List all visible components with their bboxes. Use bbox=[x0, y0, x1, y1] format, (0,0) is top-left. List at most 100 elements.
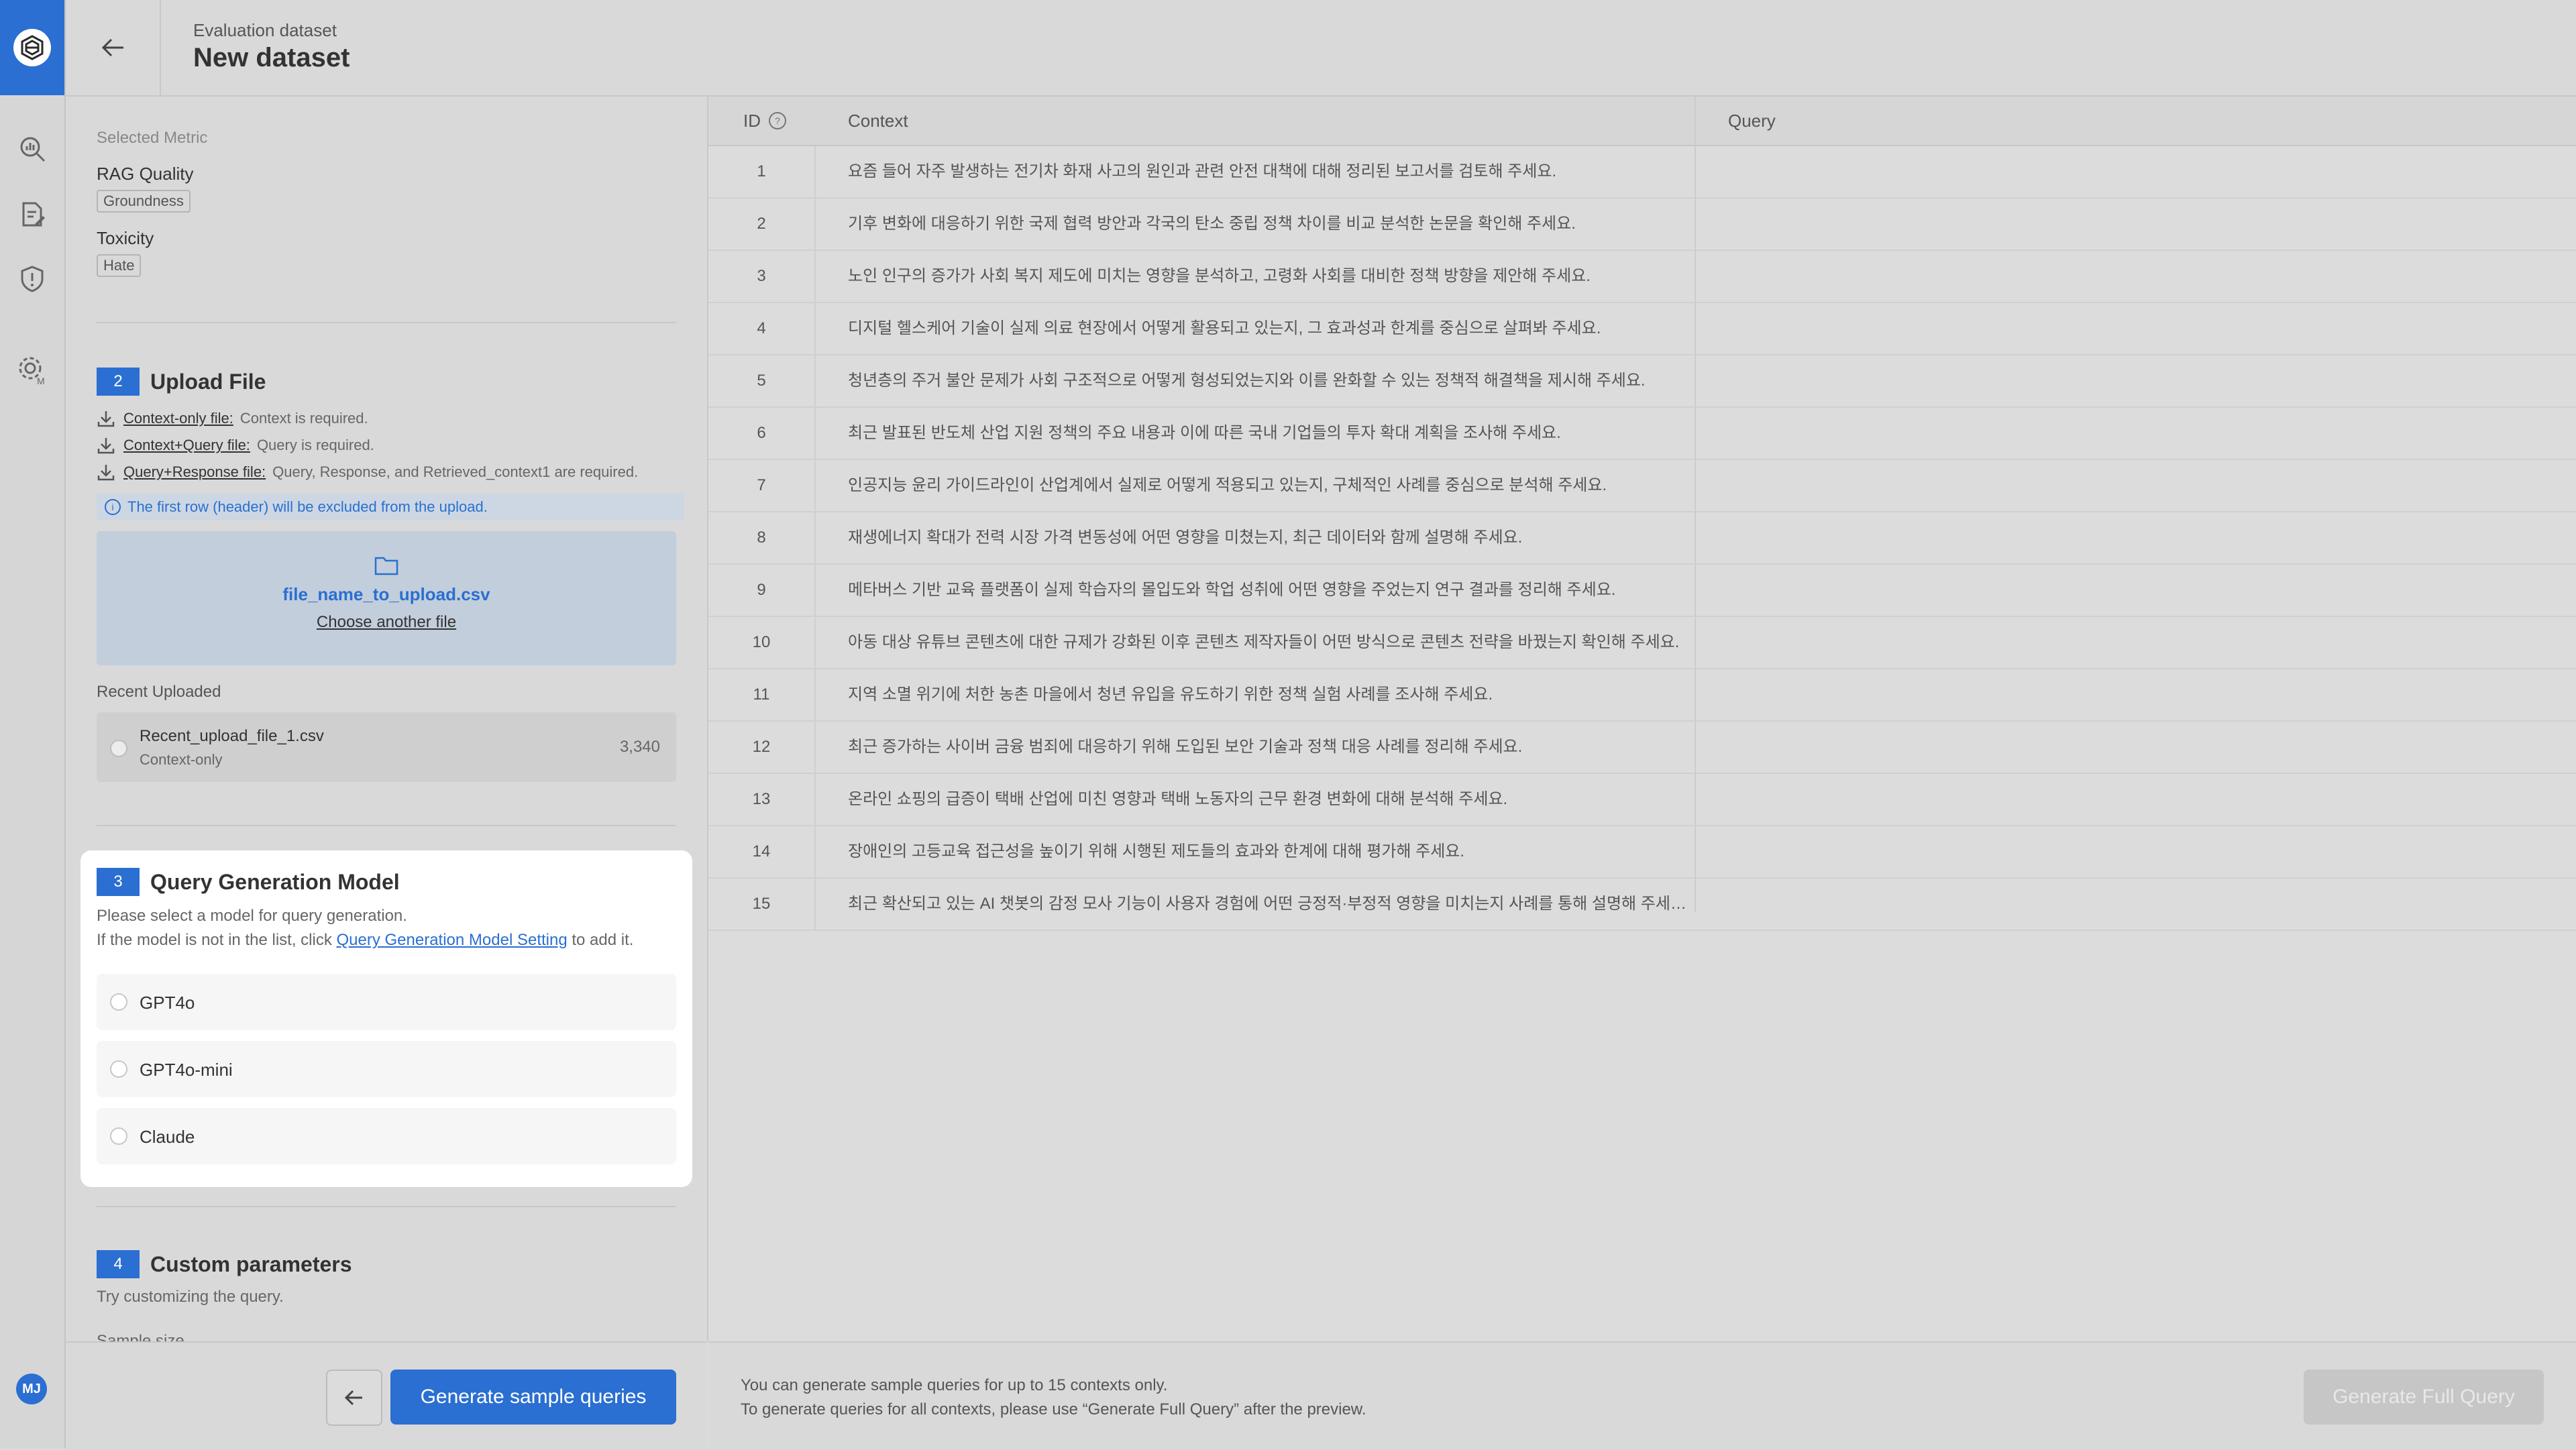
info-text: The first row (header) will be excluded … bbox=[127, 498, 488, 515]
sample-size-label: Sample size bbox=[97, 1332, 184, 1341]
model-option-gpt4o-mini[interactable]: GPT4o-mini bbox=[97, 1041, 676, 1097]
generate-full-query-button: Generate Full Query bbox=[2304, 1370, 2544, 1425]
cell-id: 15 bbox=[708, 879, 816, 930]
choose-another-file-link[interactable]: Choose another file bbox=[97, 613, 676, 632]
model-option-claude[interactable]: Claude bbox=[97, 1108, 676, 1164]
cell-query bbox=[1696, 303, 2576, 354]
table-row[interactable]: 10 아동 대상 유튜브 콘텐츠에 대한 규제가 강화된 이후 콘텐츠 제작자들이… bbox=[708, 617, 2576, 669]
recent-file-radio[interactable] bbox=[110, 740, 127, 757]
metric-tag: Hate bbox=[97, 254, 142, 277]
breadcrumb[interactable]: Evaluation dataset bbox=[193, 20, 337, 41]
table-row[interactable]: 7 인공지능 윤리 가이드라인이 산업계에서 실제로 어떻게 적용되고 있는지, … bbox=[708, 460, 2576, 512]
recent-file-item[interactable]: Recent_upload_file_1.csv Context-only 3,… bbox=[97, 712, 676, 782]
cell-id: 11 bbox=[708, 669, 816, 720]
table-row[interactable]: 4 디지털 헬스케어 기술이 실제 의료 현장에서 어떻게 활용되고 있는지, 그… bbox=[708, 303, 2576, 355]
download-icon bbox=[97, 438, 115, 454]
file-drop-zone[interactable]: file_name_to_upload.csv Choose another f… bbox=[97, 531, 676, 665]
note-line: You can generate sample queries for up t… bbox=[741, 1376, 1168, 1394]
table-header: ID ? Context Query bbox=[708, 97, 2576, 146]
model-settings-icon[interactable]: M bbox=[16, 354, 48, 386]
model-radio[interactable] bbox=[110, 993, 127, 1011]
cell-context: 청년층의 주거 불안 문제가 사회 구조적으로 어떻게 형성되었는지와 이를 완… bbox=[848, 372, 1646, 390]
info-icon: i bbox=[105, 499, 121, 515]
file-type-link[interactable]: Context-only file: bbox=[123, 410, 233, 427]
column-header-id[interactable]: ID ? bbox=[743, 97, 786, 145]
recent-file-count: 3,340 bbox=[619, 738, 660, 756]
previous-step-button[interactable] bbox=[326, 1370, 382, 1426]
arrow-left-icon bbox=[344, 1390, 362, 1406]
cell-id: 14 bbox=[708, 826, 816, 877]
arrow-left-icon bbox=[101, 38, 123, 57]
file-type-item[interactable]: Context-only file: Context is required. bbox=[97, 405, 676, 432]
selected-file-name: file_name_to_upload.csv bbox=[282, 584, 490, 604]
cell-id: 3 bbox=[708, 251, 816, 302]
cell-id: 5 bbox=[708, 355, 816, 406]
back-button[interactable] bbox=[66, 0, 161, 95]
metric-group-rag: RAG Quality Groundness bbox=[97, 164, 676, 213]
svg-text:M: M bbox=[37, 376, 45, 386]
shield-alert-icon[interactable] bbox=[16, 263, 48, 295]
cell-query bbox=[1696, 826, 2576, 877]
cell-context: 아동 대상 유튜브 콘텐츠에 대한 규제가 강화된 이후 콘텐츠 제작자들이 어… bbox=[848, 633, 1680, 651]
table-row[interactable]: 1 요즘 들어 자주 발생하는 전기차 화재 사고의 원인과 관련 안전 대책에 … bbox=[708, 146, 2576, 199]
model-option-label: GPT4o bbox=[140, 993, 195, 1013]
cell-query bbox=[1696, 408, 2576, 459]
cell-query bbox=[1696, 512, 2576, 563]
document-edit-icon[interactable] bbox=[16, 199, 48, 231]
metric-name: RAG Quality bbox=[97, 164, 194, 184]
table-row[interactable]: 9 메타버스 기반 교육 플랫폼이 실제 학습자의 몰입도와 학업 성취에 어떤 … bbox=[708, 565, 2576, 617]
table-row[interactable]: 13 온라인 쇼핑의 급증이 택배 산업에 미친 영향과 택배 노동자의 근무 환… bbox=[708, 774, 2576, 826]
cell-id: 7 bbox=[708, 460, 816, 511]
file-type-desc: Query, Response, and Retrieved_context1 … bbox=[272, 463, 639, 480]
column-header-context[interactable]: Context bbox=[848, 97, 908, 145]
help-icon[interactable]: ? bbox=[769, 112, 786, 129]
app-logo[interactable] bbox=[0, 0, 64, 95]
step-number: 4 bbox=[97, 1250, 140, 1278]
model-radio[interactable] bbox=[110, 1127, 127, 1145]
cell-id: 1 bbox=[708, 146, 816, 197]
table-body: 1 요즘 들어 자주 발생하는 전기차 화재 사고의 원인과 관련 안전 대책에 … bbox=[708, 146, 2576, 931]
table-row[interactable]: 15 최근 확산되고 있는 AI 챗봇의 감정 모사 기능이 사용자 경험에 어떤… bbox=[708, 879, 2576, 931]
cell-id: 4 bbox=[708, 303, 816, 354]
table-row[interactable]: 8 재생에너지 확대가 전력 시장 가격 변동성에 어떤 영향을 미쳤는지, 최근… bbox=[708, 512, 2576, 565]
page-title: New dataset bbox=[193, 43, 350, 72]
download-icon bbox=[97, 465, 115, 481]
table-row[interactable]: 12 최근 증가하는 사이버 금융 범죄에 대응하기 위해 도입된 보안 기술과 … bbox=[708, 722, 2576, 774]
recent-file-type: Context-only bbox=[140, 751, 223, 768]
table-row[interactable]: 5 청년층의 주거 불안 문제가 사회 구조적으로 어떻게 형성되었는지와 이를 … bbox=[708, 355, 2576, 408]
table-row[interactable]: 11 지역 소멸 위기에 처한 농촌 마을에서 청년 유입을 유도하기 위한 정책… bbox=[708, 669, 2576, 722]
model-radio[interactable] bbox=[110, 1060, 127, 1078]
table-row[interactable]: 2 기후 변화에 대응하기 위한 국제 협력 방안과 각국의 탄소 중립 정책 차… bbox=[708, 199, 2576, 251]
table-row[interactable]: 3 노인 인구의 증가가 사회 복지 제도에 미치는 영향을 분석하고, 고령화 … bbox=[708, 251, 2576, 303]
file-type-link[interactable]: Context+Query file: bbox=[123, 437, 250, 454]
file-type-item[interactable]: Context+Query file: Query is required. bbox=[97, 432, 676, 459]
user-avatar[interactable]: MJ bbox=[16, 1374, 47, 1404]
column-header-query[interactable]: Query bbox=[1728, 97, 1776, 145]
upload-section-header: 2 Upload File bbox=[97, 368, 676, 396]
sample-limit-note: You can generate sample queries for up t… bbox=[741, 1374, 1366, 1422]
cell-id: 8 bbox=[708, 512, 816, 563]
analytics-search-icon[interactable] bbox=[16, 133, 48, 165]
context-table: ID ? Context Query 1 요즘 들어 자주 발생하는 전기차 화재… bbox=[708, 97, 2576, 931]
cell-id: 13 bbox=[708, 774, 816, 825]
cell-query bbox=[1696, 251, 2576, 302]
header-row-info: i The first row (header) will be exclude… bbox=[97, 494, 684, 520]
generate-sample-queries-button[interactable]: Generate sample queries bbox=[390, 1370, 676, 1425]
model-setting-link[interactable]: Query Generation Model Setting bbox=[336, 931, 567, 949]
query-model-desc: Please select a model for query generati… bbox=[97, 907, 407, 925]
cell-context: 디지털 헬스케어 기술이 실제 의료 현장에서 어떻게 활용되고 있는지, 그 … bbox=[848, 319, 1601, 337]
model-option-label: Claude bbox=[140, 1127, 195, 1147]
table-row[interactable]: 6 최근 발표된 반도체 산업 지원 정책의 주요 내용과 이에 따른 국내 기업… bbox=[708, 408, 2576, 460]
table-row[interactable]: 14 장애인의 고등교육 접근성을 높이기 위해 시행된 제도들의 효과와 한계에… bbox=[708, 826, 2576, 879]
cell-query bbox=[1696, 879, 2576, 930]
left-action-bar: Generate sample queries bbox=[66, 1341, 707, 1450]
file-type-item[interactable]: Query+Response file: Query, Response, an… bbox=[97, 459, 676, 486]
recent-uploaded-label: Recent Uploaded bbox=[97, 683, 221, 701]
cell-id: 9 bbox=[708, 565, 816, 616]
query-model-header: 3 Query Generation Model bbox=[97, 868, 400, 896]
cell-query bbox=[1696, 460, 2576, 511]
model-option-gpt4o[interactable]: GPT4o bbox=[97, 974, 676, 1030]
page-header: Evaluation dataset New dataset bbox=[66, 0, 2576, 97]
note-line: To generate queries for all contexts, pl… bbox=[741, 1400, 1366, 1418]
file-type-link[interactable]: Query+Response file: bbox=[123, 463, 266, 481]
